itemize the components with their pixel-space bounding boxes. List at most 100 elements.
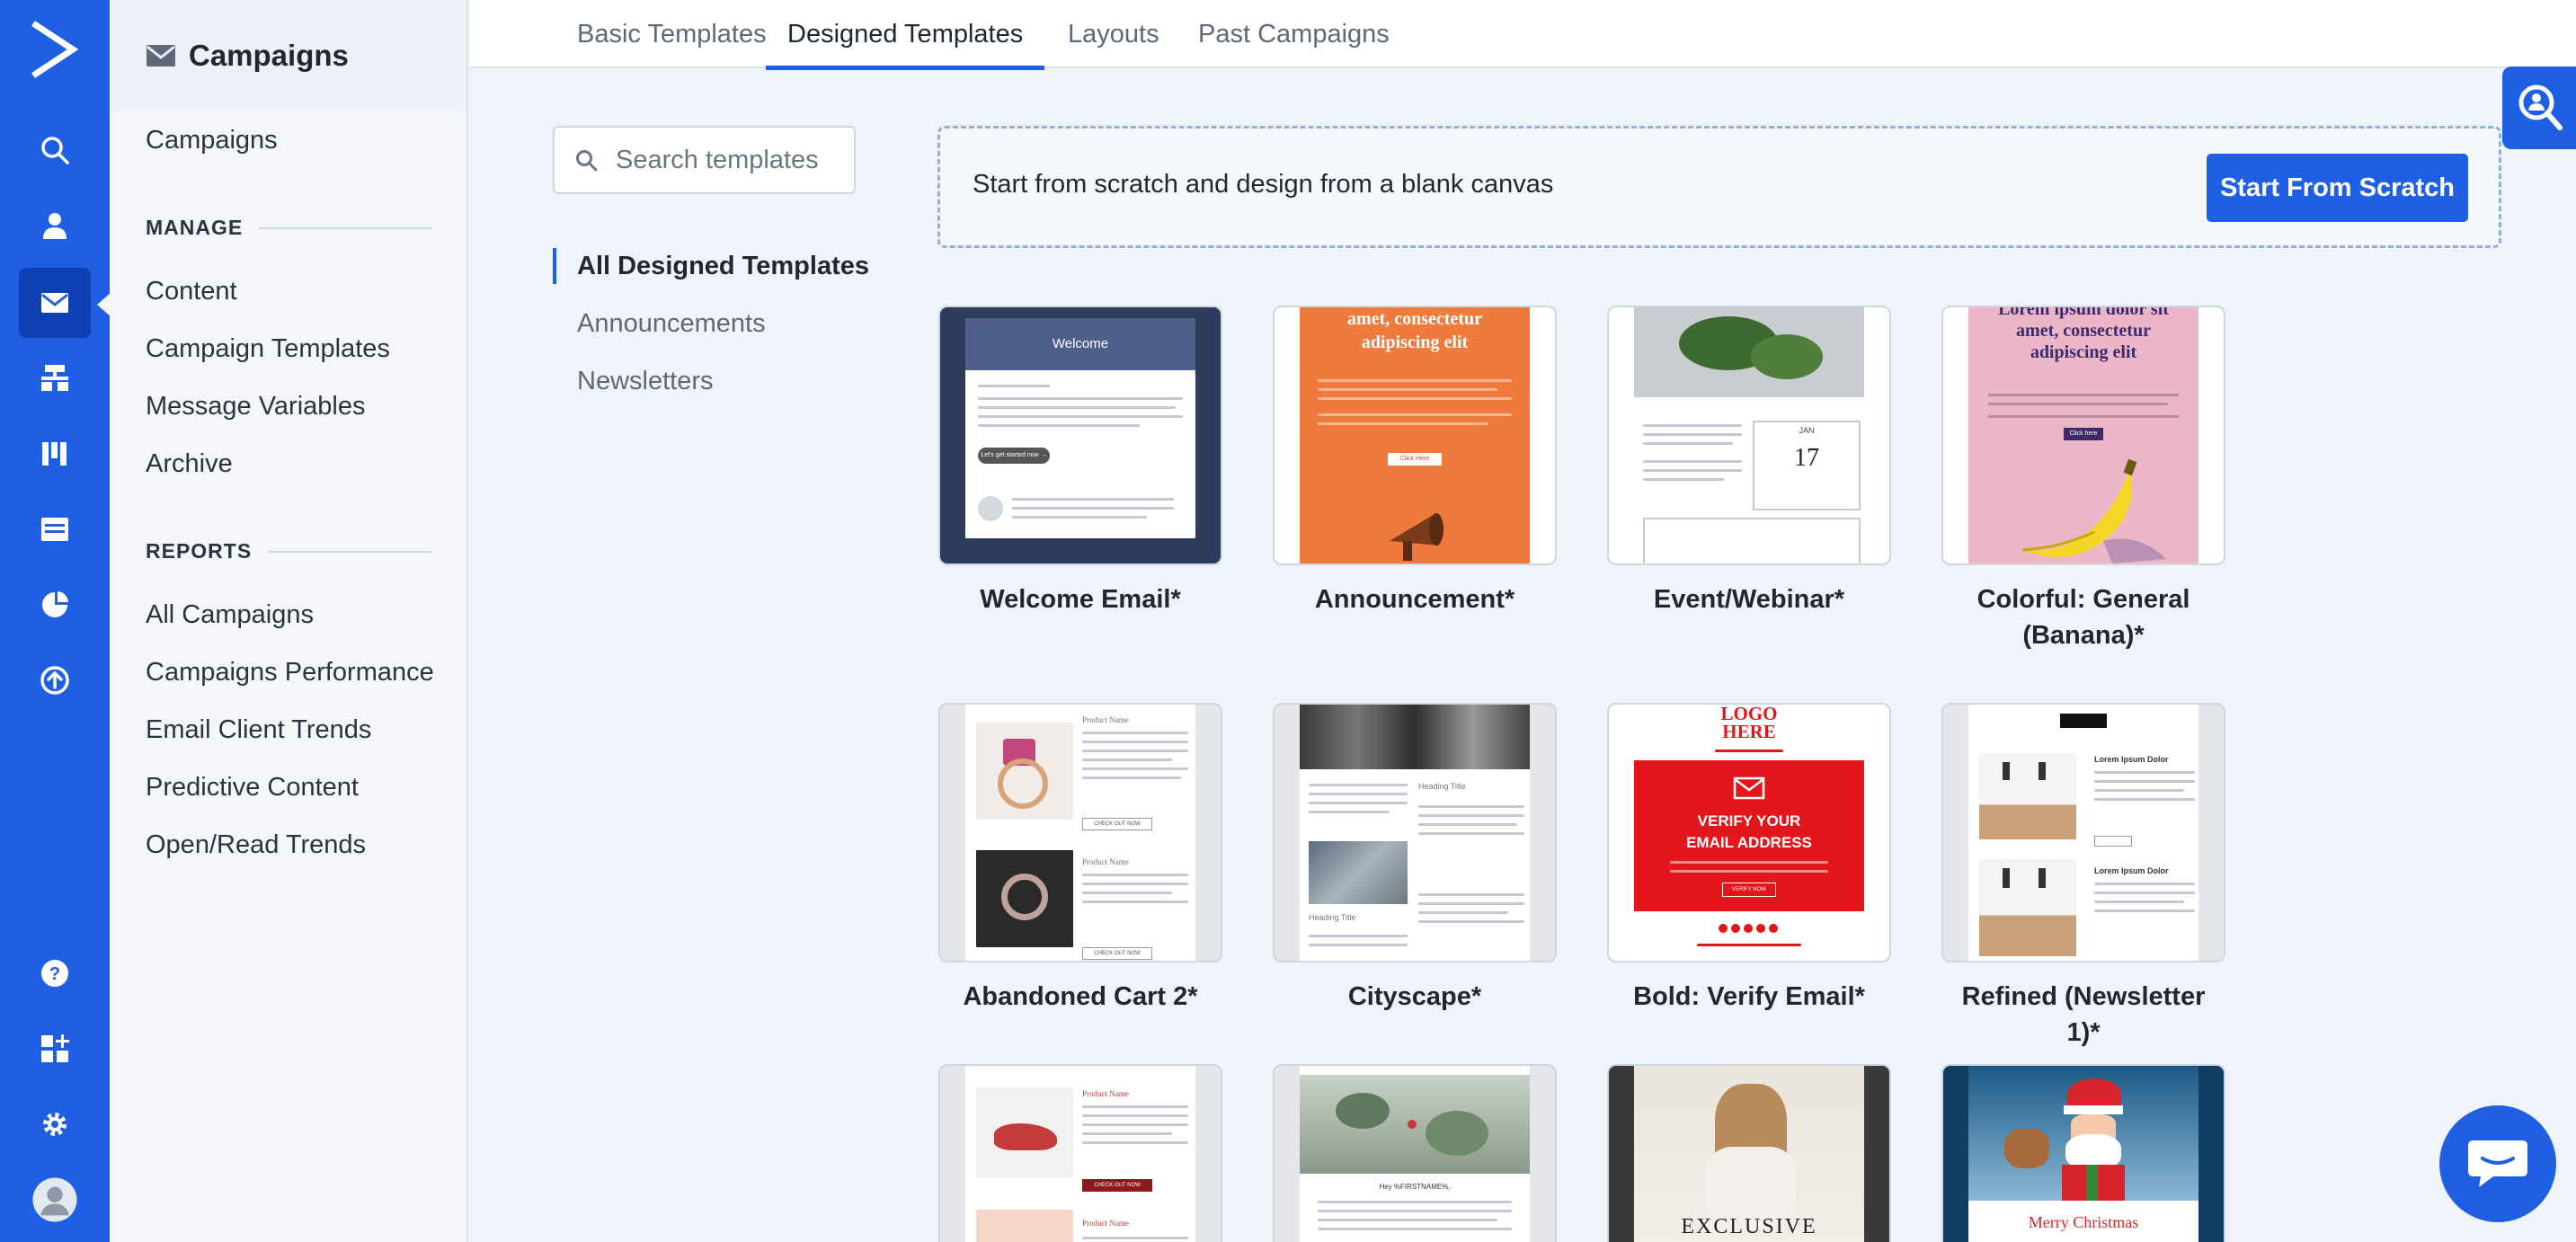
template-card-abandoned-cart-2[interactable]: Product Name CHECK OUT NOW Product Name …	[938, 703, 1222, 1015]
envelope-icon	[1733, 776, 1765, 800]
thumb-cta: VERIFY NOW	[1722, 883, 1776, 897]
template-card-row3-4[interactable]: Merry Christmas	[1941, 1064, 2225, 1242]
template-thumbnail[interactable]: Hey %FIRSTNAME%,	[1273, 1064, 1557, 1242]
thumb-product-name: Product Name	[1082, 715, 1129, 724]
rail-help[interactable]: ?	[19, 938, 91, 1008]
template-card-refined-newsletter[interactable]: Lorem Ipsum Dolor Lorem Ipsum Dolor Refi…	[1941, 703, 2225, 1051]
thumb-heading: Merry Christmas	[2028, 1213, 2139, 1231]
sidebar-item-content[interactable]: Content	[146, 277, 237, 306]
filter-announcements[interactable]: Announcements	[553, 306, 766, 342]
rail-settings[interactable]	[19, 1089, 91, 1159]
section-manage: MANAGE	[146, 216, 431, 240]
template-thumbnail[interactable]: JAN 17	[1607, 306, 1891, 565]
template-name: Cityscape*	[1347, 982, 1482, 1011]
template-card-row3-3[interactable]: EXCLUSIVE	[1607, 1064, 1891, 1242]
template-thumbnail[interactable]: Heading Title Heading Title	[1273, 703, 1557, 963]
template-card-row3-2[interactable]: Hey %FIRSTNAME%,	[1273, 1064, 1557, 1242]
thumb-heading: Heading Title	[1418, 782, 1466, 791]
thumb-logo: LOGO HERE	[1720, 703, 1778, 742]
template-name: Announcement*	[1314, 585, 1515, 614]
rail-website[interactable]	[19, 494, 91, 564]
template-thumbnail[interactable]: Product Name CHECK OUT NOW Product Name	[938, 1064, 1222, 1242]
template-card-row3-1[interactable]: Product Name CHECK OUT NOW Product Name	[938, 1064, 1222, 1242]
logo-icon[interactable]	[28, 18, 82, 81]
help-search-button[interactable]	[2502, 67, 2576, 149]
reports-icon	[42, 591, 68, 617]
template-name: Abandoned Cart 2*	[963, 982, 1198, 1011]
thumb-cta: Let's get started now →	[978, 448, 1050, 464]
sidebar-item-all-campaigns[interactable]: All Campaigns	[146, 600, 314, 630]
template-thumbnail[interactable]: Welcome Let's get started now →	[938, 306, 1222, 565]
sidebar-item-archive[interactable]: Archive	[146, 449, 233, 479]
template-thumbnail[interactable]: EXCLUSIVE	[1607, 1064, 1891, 1242]
campaigns-icon	[41, 293, 68, 313]
rail-conversions[interactable]	[19, 645, 91, 715]
rail-avatar[interactable]	[19, 1165, 91, 1235]
tab-designed-templates[interactable]: Designed Templates	[766, 0, 1045, 70]
rail-deals[interactable]	[19, 419, 91, 489]
tab-past-campaigns[interactable]: Past Campaigns	[1177, 0, 1411, 68]
chat-icon	[2468, 1140, 2527, 1187]
filter-all-designed[interactable]: All Designed Templates	[553, 248, 869, 284]
rail-contacts[interactable]	[19, 191, 91, 261]
foliage-image	[1300, 1075, 1530, 1174]
rail-automations[interactable]	[19, 343, 91, 413]
svg-text:?: ?	[49, 964, 60, 984]
thumb-cta: Click here	[2064, 428, 2103, 440]
sidebar-item-predictive-content[interactable]: Predictive Content	[146, 773, 359, 803]
template-card-bold-verify-email[interactable]: LOGO HERE VERIFY YOUR EMAIL ADDRESS VERI…	[1607, 703, 1891, 1015]
template-thumbnail[interactable]: Lorem Ipsum Dolor Lorem Ipsum Dolor	[1941, 703, 2225, 963]
street-image	[1309, 841, 1408, 904]
template-thumbnail[interactable]: amet, consectetur adipiscing elit Click …	[1273, 306, 1557, 565]
template-tabs: Basic Templates Designed Templates Layou…	[470, 0, 2576, 70]
help-icon: ?	[41, 960, 68, 987]
avatar-icon	[32, 1177, 77, 1222]
template-thumbnail[interactable]: Product Name CHECK OUT NOW Product Name …	[938, 703, 1222, 963]
sidebar-item-message-variables[interactable]: Message Variables	[146, 392, 365, 421]
santa-image	[1968, 1066, 2198, 1201]
thumb-cta: CHECK OUT NOW	[1082, 947, 1152, 960]
chat-button[interactable]	[2439, 1105, 2556, 1222]
template-card-welcome-email[interactable]: Welcome Let's get started now → Welcome …	[938, 306, 1222, 617]
thumb-photo	[1634, 307, 1864, 397]
kitchen-image	[1979, 859, 2076, 956]
start-from-scratch-button[interactable]: Start From Scratch	[2207, 154, 2468, 222]
tab-layouts[interactable]: Layouts	[1046, 0, 1181, 68]
template-card-event-webinar[interactable]: JAN 17 Event/Webinar*	[1607, 306, 1891, 617]
thumb-heading: Lorem ipsum dolor sit amet, consectetur …	[1998, 306, 2169, 362]
sidebar-item-email-client-trends[interactable]: Email Client Trends	[146, 715, 371, 745]
template-name: Colorful: General (Banana)*	[1976, 585, 2190, 650]
template-name: Refined (Newsletter 1)*	[1961, 982, 2206, 1047]
thumb-product-name: Product Name	[1082, 857, 1129, 866]
banana-image	[2021, 458, 2166, 563]
ring-image	[976, 850, 1073, 947]
template-thumbnail[interactable]: LOGO HERE VERIFY YOUR EMAIL ADDRESS VERI…	[1607, 703, 1891, 963]
template-card-colorful-banana[interactable]: Lorem ipsum dolor sit amet, consectetur …	[1941, 306, 2225, 653]
campaigns-sidebar: Campaigns Campaigns MANAGE Content Campa…	[110, 0, 468, 1242]
rail-apps[interactable]	[19, 1014, 91, 1084]
envelope-icon	[147, 45, 175, 67]
search-box	[553, 126, 856, 194]
filter-newsletters[interactable]: Newsletters	[553, 363, 714, 399]
tab-basic-templates[interactable]: Basic Templates	[555, 0, 788, 68]
search-input[interactable]	[616, 145, 840, 175]
sidebar-item-open-read-trends[interactable]: Open/Read Trends	[146, 830, 366, 860]
thumb-cta: CHECK OUT NOW	[1082, 1179, 1152, 1192]
sidebar-header: Campaigns	[110, 0, 466, 111]
settings-icon	[43, 1113, 67, 1136]
template-name: Welcome Email*	[980, 585, 1181, 614]
rail-reports[interactable]	[19, 570, 91, 640]
rail-campaigns[interactable]	[19, 268, 91, 338]
template-card-cityscape[interactable]: Heading Title Heading Title Cityscape*	[1273, 703, 1557, 1015]
template-thumbnail[interactable]: Merry Christmas	[1941, 1064, 2225, 1242]
rail-search[interactable]	[19, 115, 91, 185]
sidebar-item-campaign-templates[interactable]: Campaign Templates	[146, 334, 390, 364]
sidebar-item-campaigns-performance[interactable]: Campaigns Performance	[146, 658, 434, 688]
sidebar-item-campaigns[interactable]: Campaigns	[146, 126, 278, 155]
thumb-cta: CHECK OUT NOW	[1082, 818, 1152, 830]
thumb-heading: amet, consectetur adipiscing elit	[1347, 309, 1482, 352]
template-thumbnail[interactable]: Lorem ipsum dolor sit amet, consectetur …	[1941, 306, 2225, 565]
sidebar-title: Campaigns	[189, 39, 349, 72]
template-card-announcement[interactable]: amet, consectetur adipiscing elit Click …	[1273, 306, 1557, 617]
thumb-heading: Welcome	[965, 318, 1195, 370]
